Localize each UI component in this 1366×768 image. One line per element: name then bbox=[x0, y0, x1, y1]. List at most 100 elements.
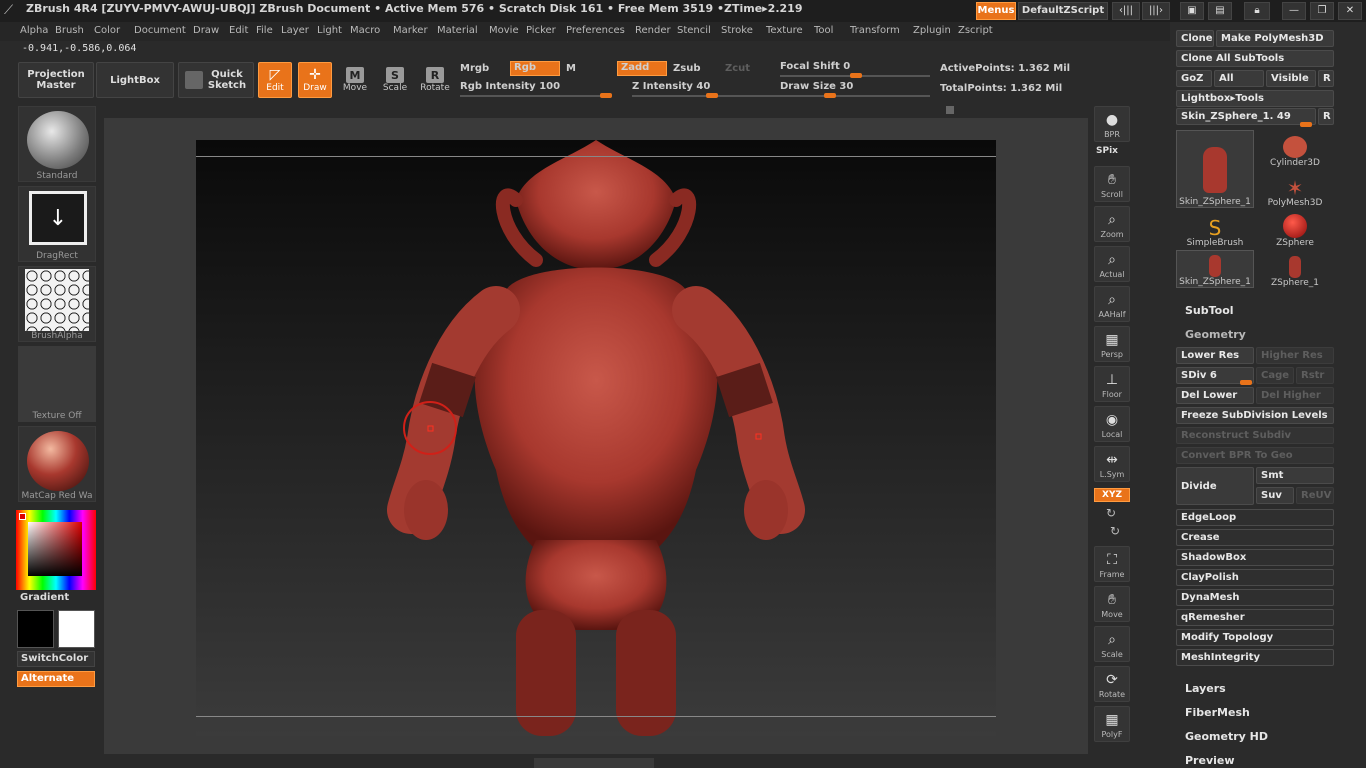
draw-size-slider[interactable]: Draw Size 30 bbox=[780, 81, 853, 92]
frame-button[interactable]: ⛶ Frame bbox=[1094, 546, 1130, 582]
default-zscript-button[interactable]: DefaultZScript bbox=[1018, 2, 1108, 20]
menu-light[interactable]: Light bbox=[317, 25, 342, 36]
del-higher-button[interactable]: Del Higher bbox=[1256, 387, 1334, 404]
z-intensity-slider[interactable]: Z Intensity 40 bbox=[632, 81, 710, 92]
zadd-button[interactable]: Zadd bbox=[617, 61, 667, 76]
rotate-button[interactable]: R Rotate bbox=[418, 62, 452, 98]
smt-toggle[interactable]: Smt bbox=[1256, 467, 1334, 484]
convert-bpr-button[interactable]: Convert BPR To Geo bbox=[1176, 447, 1334, 464]
menu-preferences[interactable]: Preferences bbox=[566, 25, 625, 36]
rgb-intensity-knob[interactable] bbox=[600, 93, 612, 98]
mrgb-button[interactable]: Mrgb bbox=[460, 63, 489, 74]
local-button[interactable]: ◉ Local bbox=[1094, 406, 1130, 442]
move-button[interactable]: M Move bbox=[338, 62, 372, 98]
menu-stencil[interactable]: Stencil bbox=[677, 25, 711, 36]
menu-marker[interactable]: Marker bbox=[393, 25, 428, 36]
color-picker-square[interactable] bbox=[28, 522, 82, 576]
menus-button[interactable]: Menus bbox=[976, 2, 1016, 20]
persp-button[interactable]: ▦ Persp bbox=[1094, 326, 1130, 362]
menu-picker[interactable]: Picker bbox=[526, 25, 556, 36]
dynamesh-subpalette[interactable]: DynaMesh bbox=[1176, 589, 1334, 606]
draw-size-knob[interactable] bbox=[824, 93, 836, 98]
alpha-thumbnail[interactable]: BrushAlpha bbox=[18, 266, 96, 342]
layers-section[interactable]: Layers bbox=[1185, 682, 1226, 695]
script-forward-button[interactable]: |||› bbox=[1142, 2, 1170, 20]
crease-subpalette[interactable]: Crease bbox=[1176, 529, 1334, 546]
layout2-icon[interactable]: ▤ bbox=[1208, 2, 1232, 20]
lightbox-tools-button[interactable]: Lightbox▸Tools bbox=[1176, 90, 1334, 107]
scale-button[interactable]: S Scale bbox=[378, 62, 412, 98]
divide-button[interactable]: Divide bbox=[1176, 467, 1254, 505]
menu-macro[interactable]: Macro bbox=[350, 25, 380, 36]
rstr-button[interactable]: Rstr bbox=[1296, 367, 1334, 384]
menu-document[interactable]: Document bbox=[134, 25, 186, 36]
menu-color[interactable]: Color bbox=[94, 25, 120, 36]
bpr-button[interactable]: ● BPR bbox=[1094, 106, 1130, 142]
menu-file[interactable]: File bbox=[256, 25, 273, 36]
menu-zscript[interactable]: Zscript bbox=[958, 25, 993, 36]
document-canvas[interactable] bbox=[196, 140, 996, 736]
scroll-button[interactable]: ✋︎ Scroll bbox=[1094, 166, 1130, 202]
geometry-section[interactable]: Geometry bbox=[1185, 328, 1246, 341]
geometry-hd-section[interactable]: Geometry HD bbox=[1185, 730, 1268, 743]
stroke-thumbnail[interactable]: ↓ DragRect bbox=[18, 186, 96, 262]
zsub-button[interactable]: Zsub bbox=[673, 63, 700, 74]
qremesher-subpalette[interactable]: qRemesher bbox=[1176, 609, 1334, 626]
clone-button[interactable]: Clone bbox=[1176, 30, 1214, 47]
all-button[interactable]: All bbox=[1214, 70, 1264, 87]
secondary-color-swatch[interactable] bbox=[58, 610, 95, 648]
shadowbox-subpalette[interactable]: ShadowBox bbox=[1176, 549, 1334, 566]
rgb-button[interactable]: Rgb bbox=[510, 61, 560, 76]
tool-skin-zsphere-2[interactable]: Skin_ZSphere_1 bbox=[1176, 250, 1254, 288]
main-color-swatch[interactable] bbox=[17, 610, 54, 648]
lower-res-button[interactable]: Lower Res bbox=[1176, 347, 1254, 364]
minimize-icon[interactable]: — bbox=[1282, 2, 1306, 20]
m-button[interactable]: M bbox=[566, 63, 576, 74]
tool-skin-zsphere[interactable]: Skin_ZSphere_1 bbox=[1176, 130, 1254, 208]
make-polymesh-button[interactable]: Make PolyMesh3D bbox=[1216, 30, 1334, 47]
zcut-button[interactable]: Zcut bbox=[725, 63, 750, 74]
edit-button[interactable]: ◸ Edit bbox=[258, 62, 292, 98]
menu-tool[interactable]: Tool bbox=[814, 25, 833, 36]
menu-movie[interactable]: Movie bbox=[489, 25, 519, 36]
3d-model-creature[interactable] bbox=[196, 140, 996, 736]
visible-button[interactable]: Visible bbox=[1266, 70, 1316, 87]
tool-simplebrush[interactable]: S SimpleBrush bbox=[1176, 210, 1254, 248]
higher-res-button[interactable]: Higher Res bbox=[1256, 347, 1334, 364]
aahalf-button[interactable]: ⌕ AAHalf bbox=[1094, 286, 1130, 322]
reuv-button[interactable]: ReUV bbox=[1296, 487, 1334, 504]
lsym-button[interactable]: ⇹ L.Sym bbox=[1094, 446, 1130, 482]
current-tool-knob[interactable] bbox=[1300, 122, 1312, 127]
scale-view-button[interactable]: ⌕ Scale bbox=[1094, 626, 1130, 662]
floor-button[interactable]: ⊥ Floor bbox=[1094, 366, 1130, 402]
menu-texture[interactable]: Texture bbox=[766, 25, 803, 36]
spix-slider[interactable]: SPix bbox=[1096, 146, 1118, 156]
bottom-tray-handle[interactable] bbox=[534, 758, 654, 768]
rotate-y-icon[interactable]: ↻ bbox=[1106, 506, 1116, 520]
switch-color-button[interactable]: SwitchColor bbox=[17, 651, 95, 667]
edgeloop-subpalette[interactable]: EdgeLoop bbox=[1176, 509, 1334, 526]
tool-zsphere[interactable]: ZSphere bbox=[1256, 210, 1334, 248]
texture-thumbnail[interactable]: Texture Off bbox=[18, 346, 96, 422]
move-view-button[interactable]: ✋︎ Move bbox=[1094, 586, 1130, 622]
polyf-button[interactable]: ▦ PolyF bbox=[1094, 706, 1130, 742]
tool-zsphere-1[interactable]: ZSphere_1 bbox=[1256, 250, 1334, 288]
menu-layer[interactable]: Layer bbox=[281, 25, 309, 36]
lock-icon[interactable]: 🔒︎ bbox=[1244, 2, 1270, 20]
actual-button[interactable]: ⌕ Actual bbox=[1094, 246, 1130, 282]
current-tool-slider[interactable]: Skin_ZSphere_1. 49 bbox=[1176, 108, 1316, 125]
projection-master-button[interactable]: Projection Master bbox=[18, 62, 94, 98]
menu-transform[interactable]: Transform bbox=[850, 25, 900, 36]
z-intensity-knob[interactable] bbox=[706, 93, 718, 98]
rotate-view-button[interactable]: ⟳ Rotate bbox=[1094, 666, 1130, 702]
focal-shift-slider[interactable]: Focal Shift 0 bbox=[780, 61, 850, 72]
tool-r-button[interactable]: R bbox=[1318, 108, 1334, 125]
gradient-label[interactable]: Gradient bbox=[20, 592, 69, 603]
layout-icon[interactable]: ▣ bbox=[1180, 2, 1204, 20]
menu-zplugin[interactable]: Zplugin bbox=[913, 25, 951, 36]
maximize-icon[interactable]: ❐ bbox=[1310, 2, 1334, 20]
zoom-button[interactable]: ⌕ Zoom bbox=[1094, 206, 1130, 242]
brush-thumbnail[interactable]: Standard bbox=[18, 106, 96, 182]
xyz-button[interactable]: XYZ bbox=[1094, 488, 1130, 502]
cage-button[interactable]: Cage bbox=[1256, 367, 1294, 384]
